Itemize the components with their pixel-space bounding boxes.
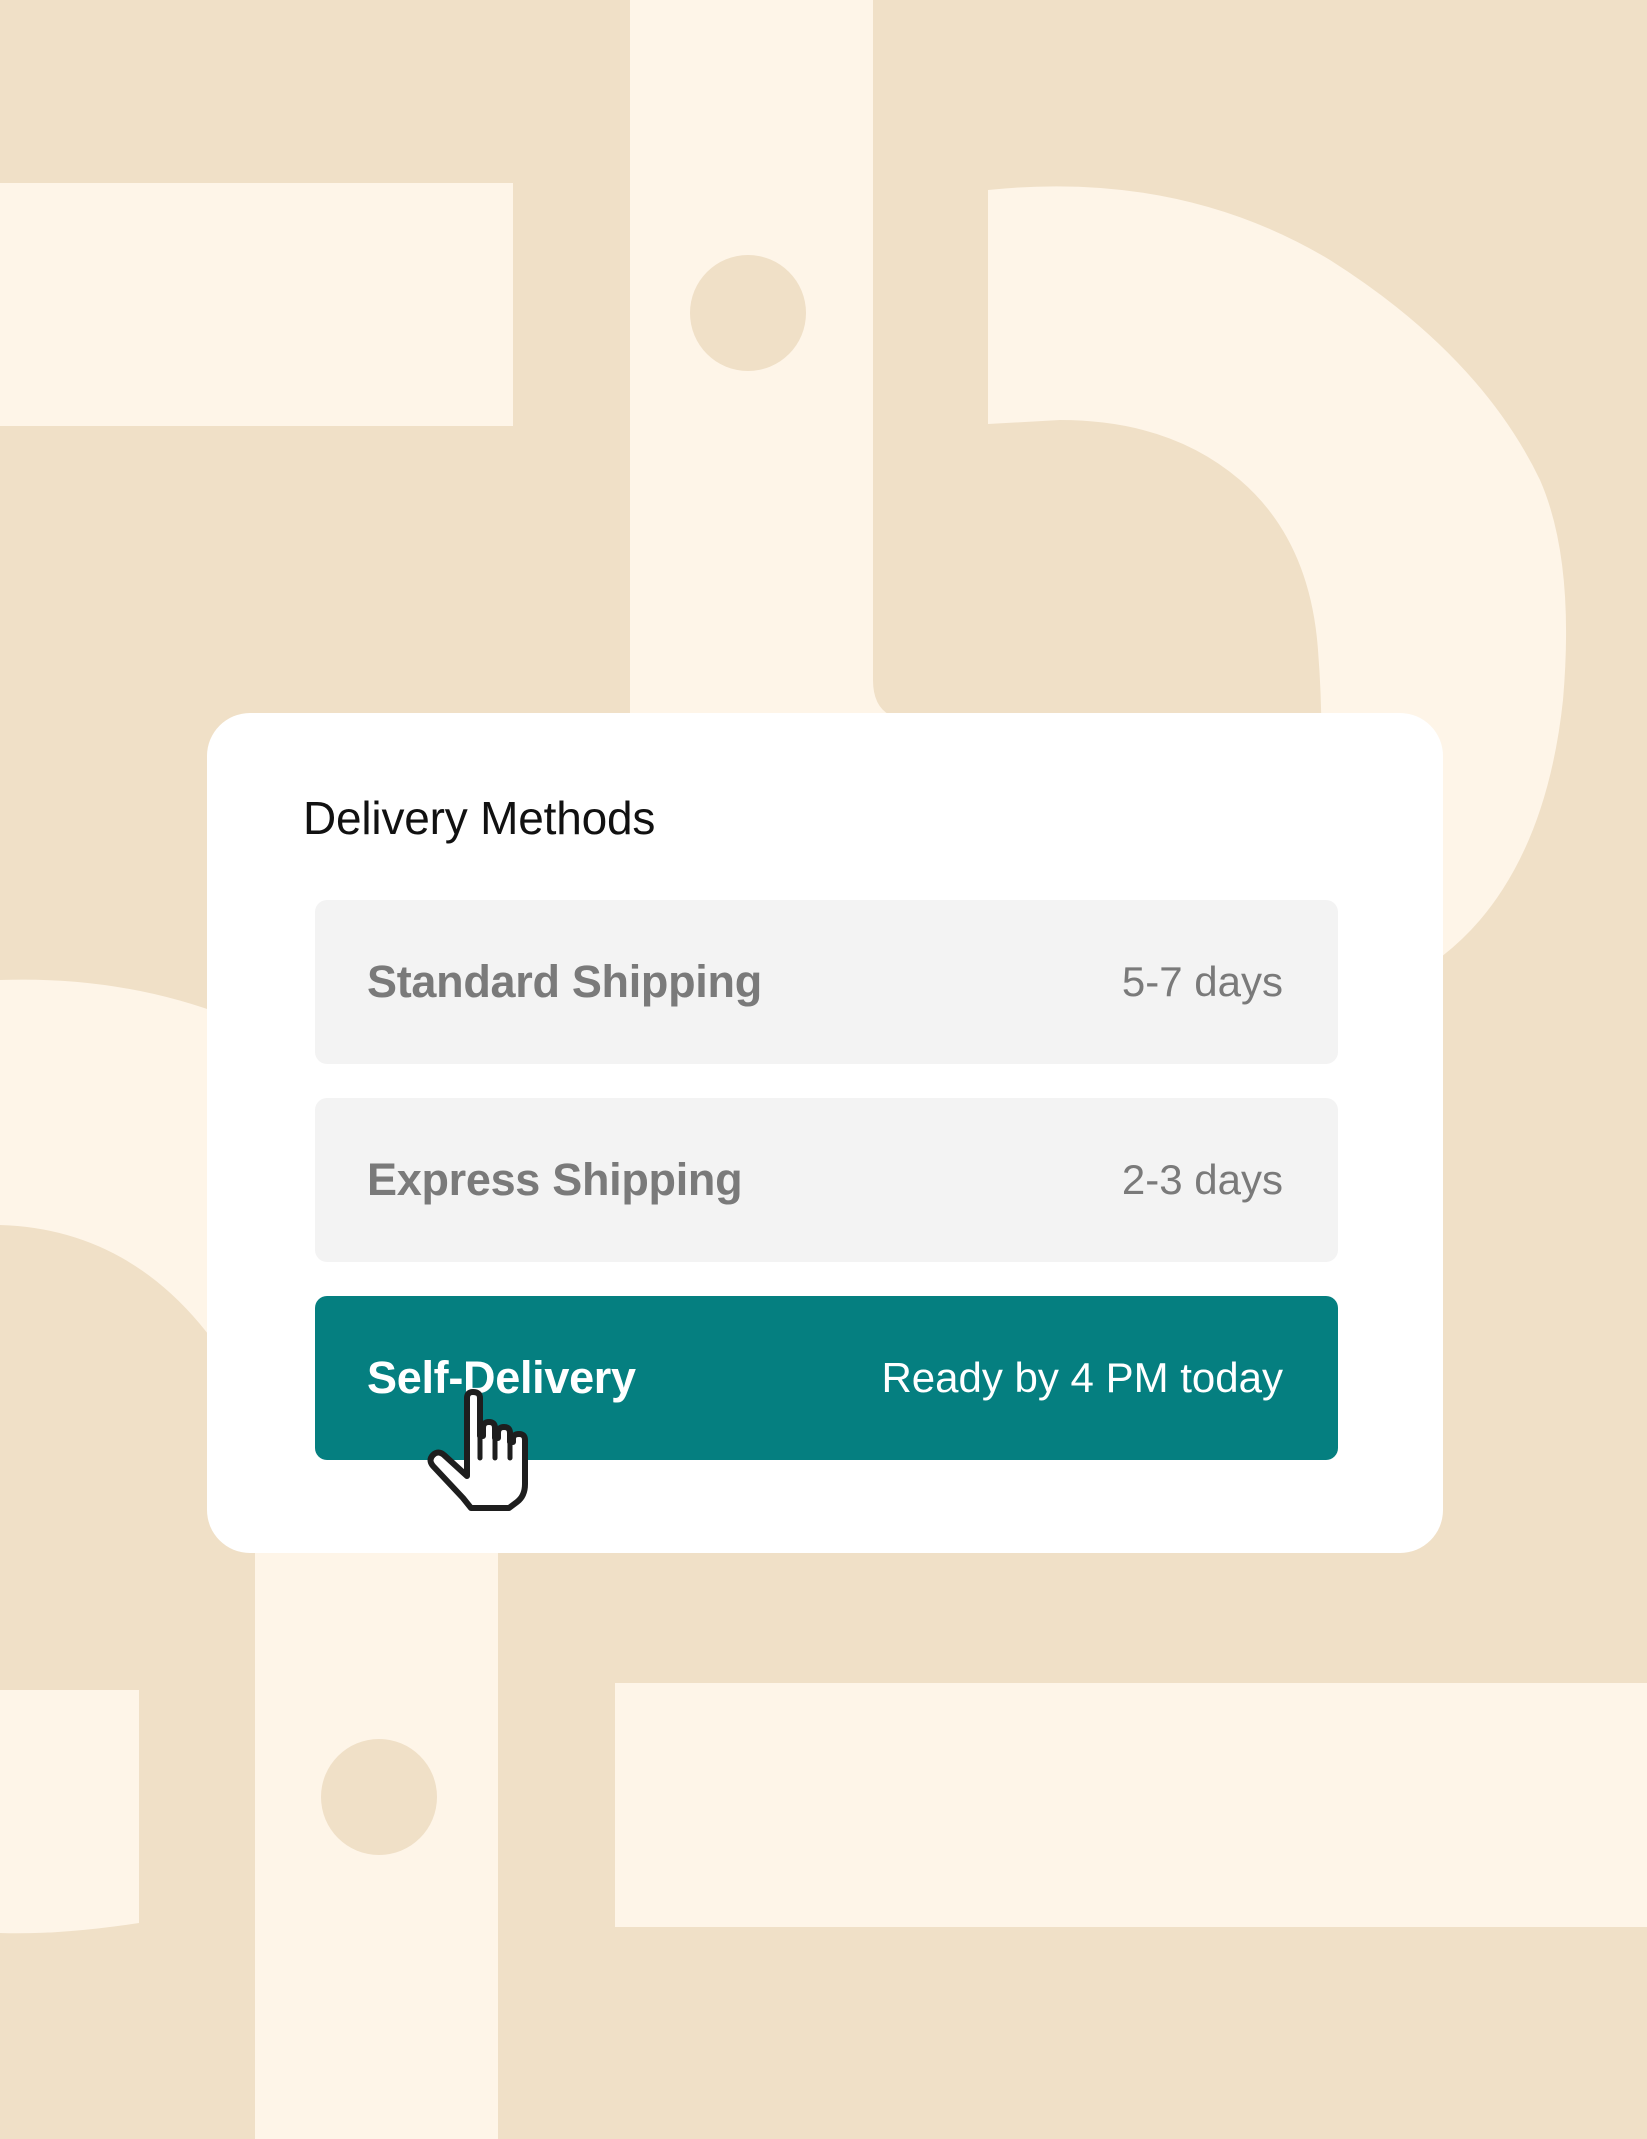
delivery-option-standard-shipping[interactable]: Standard Shipping 5-7 days	[315, 900, 1338, 1064]
delivery-methods-card: Delivery Methods Standard Shipping 5-7 d…	[207, 713, 1443, 1553]
bg-arc-left-lower	[0, 1690, 139, 1934]
hand-pointer-icon	[427, 1389, 528, 1511]
option-eta: 2-3 days	[1121, 1156, 1283, 1203]
option-eta: 5-7 days	[1121, 958, 1283, 1005]
bg-dot-top	[690, 255, 806, 371]
option-name: Standard Shipping	[367, 956, 762, 1007]
option-name: Express Shipping	[367, 1154, 743, 1205]
bg-dot-bottom	[321, 1739, 437, 1855]
option-eta: Ready by 4 PM today	[881, 1354, 1283, 1401]
bg-bar-bottom-right	[615, 1683, 1647, 1927]
bg-bar-top-left	[0, 183, 513, 426]
delivery-option-express-shipping[interactable]: Express Shipping 2-3 days	[315, 1098, 1338, 1262]
card-title: Delivery Methods	[303, 792, 656, 844]
